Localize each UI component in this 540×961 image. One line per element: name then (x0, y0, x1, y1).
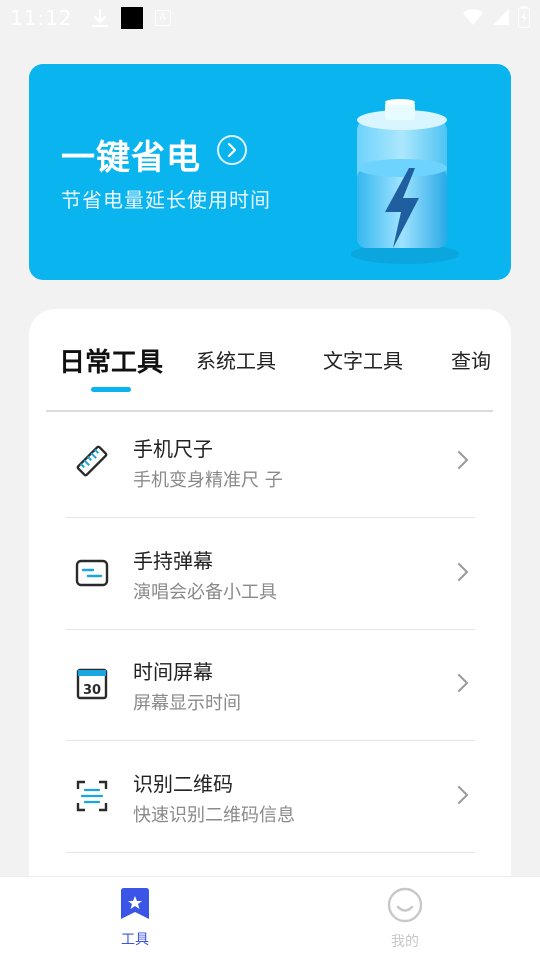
tool-item-phone-ruler[interactable]: 手机尺子 手机变身精准尺 子 (66, 407, 475, 518)
calendar-30-icon: 30 (76, 668, 108, 700)
banner-subtitle: 节省电量延长使用时间 (61, 188, 271, 212)
list-divider (66, 852, 475, 853)
tool-title: 手持弹幕 (133, 549, 213, 573)
power-saving-banner[interactable]: 一键省电 节省电量延长使用时间 (29, 64, 511, 280)
tools-card: 日常工具 系统工具 文字工具 查询 手机尺子 手机变身精准尺 子 手持弹幕 演唱… (29, 309, 511, 929)
tool-subtitle: 快速识别二维码信息 (133, 805, 295, 826)
chevron-right-icon (458, 563, 469, 581)
signal-icon (493, 9, 509, 25)
bottom-nav: 工具 我的 (0, 876, 540, 961)
nav-item-tools[interactable]: 工具 (95, 887, 175, 949)
nav-label-mine: 我的 (391, 934, 419, 950)
status-bar: 11:12 A (0, 0, 540, 36)
smile-face-icon (387, 887, 423, 923)
tab-text-tools[interactable]: 文字工具 (323, 345, 403, 374)
wifi-icon (463, 9, 483, 25)
tool-subtitle: 演唱会必备小工具 (133, 582, 277, 603)
chevron-right-icon (458, 786, 469, 804)
download-icon (91, 9, 108, 28)
battery-lightning-icon (351, 99, 459, 264)
tool-category-tabs: 日常工具 系统工具 文字工具 查询 (29, 309, 511, 409)
nav-label-tools: 工具 (121, 932, 149, 948)
tab-system-tools[interactable]: 系统工具 (196, 345, 276, 374)
battery-icon (518, 6, 530, 28)
tool-subtitle: 手机变身精准尺 子 (133, 470, 283, 491)
tool-item-handheld-barrage[interactable]: 手持弹幕 演唱会必备小工具 (66, 519, 475, 630)
screen-text-icon (75, 559, 109, 587)
tool-item-scan-qr[interactable]: 识别二维码 快速识别二维码信息 (66, 742, 475, 853)
chevron-right-icon (458, 674, 469, 692)
nav-item-mine[interactable]: 我的 (365, 887, 445, 951)
active-tab-indicator (91, 387, 131, 392)
banner-title: 一键省电 (61, 138, 201, 178)
list-divider (66, 517, 475, 518)
tab-daily-tools[interactable]: 日常工具 (59, 342, 163, 379)
notification-square-icon (120, 7, 143, 29)
status-time: 11:12 (10, 6, 73, 30)
ruler-icon (76, 445, 108, 477)
svg-text:30: 30 (83, 683, 101, 698)
tool-subtitle: 屏幕显示时间 (133, 693, 241, 714)
tool-title: 时间屏幕 (133, 660, 213, 684)
list-divider (66, 740, 475, 741)
tool-item-time-screen[interactable]: 30 时间屏幕 屏幕显示时间 (66, 630, 475, 741)
tool-title: 识别二维码 (133, 772, 233, 796)
tab-query[interactable]: 查询 (451, 345, 491, 374)
tool-title: 手机尺子 (133, 437, 213, 461)
star-bookmark-icon (121, 888, 149, 919)
chevron-right-circle-icon (217, 135, 247, 165)
scan-qr-icon (76, 780, 108, 812)
a-icon: A (154, 10, 171, 26)
chevron-right-icon (458, 451, 469, 469)
